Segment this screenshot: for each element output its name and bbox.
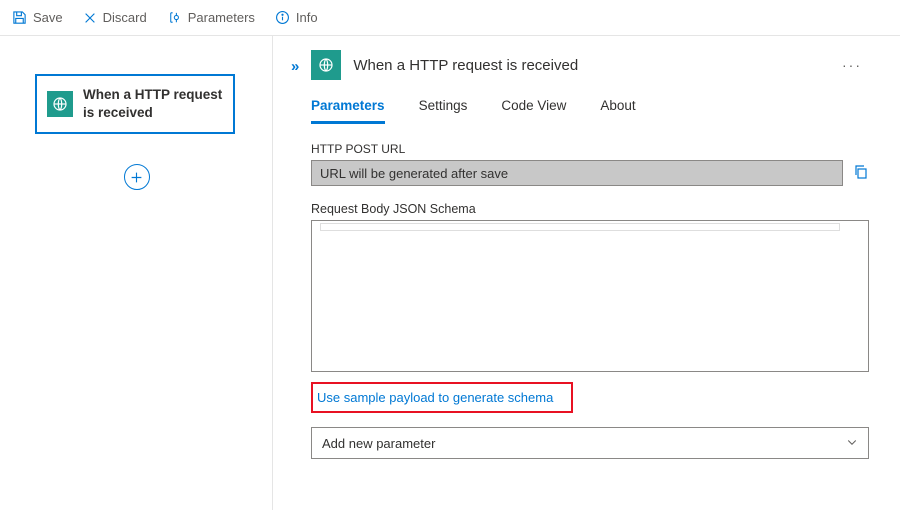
tab-settings[interactable]: Settings — [419, 98, 468, 124]
tab-code-view[interactable]: Code View — [501, 98, 566, 124]
schema-textarea[interactable] — [311, 220, 869, 372]
save-icon — [12, 10, 27, 25]
parameters-label: Parameters — [188, 10, 255, 25]
tab-parameters[interactable]: Parameters — [311, 98, 385, 124]
add-parameter-label: Add new parameter — [322, 436, 435, 451]
tab-about[interactable]: About — [600, 98, 635, 124]
info-label: Info — [296, 10, 318, 25]
discard-button[interactable]: Discard — [79, 8, 151, 27]
http-url-field: URL will be generated after save — [311, 160, 843, 186]
step-icon — [311, 50, 341, 80]
parameters-form: HTTP POST URL URL will be generated afte… — [311, 142, 869, 459]
http-trigger-icon — [47, 91, 73, 117]
body: When a HTTP request is received » When a… — [0, 36, 900, 510]
detail-tabs: Parameters Settings Code View About — [311, 98, 900, 124]
designer-canvas: When a HTTP request is received — [0, 36, 273, 510]
plus-icon — [130, 171, 143, 184]
step-header: » When a HTTP request is received ··· — [291, 50, 900, 80]
step-title: When a HTTP request is received — [353, 57, 578, 74]
sample-payload-highlight: Use sample payload to generate schema — [311, 382, 573, 413]
schema-label: Request Body JSON Schema — [311, 202, 869, 216]
schema-value — [314, 231, 866, 369]
parameters-icon — [167, 10, 182, 25]
info-icon — [275, 10, 290, 25]
collapse-button[interactable]: » — [291, 58, 299, 75]
copy-icon — [853, 164, 869, 180]
add-step-wrap — [0, 164, 273, 190]
detail-pane: » When a HTTP request is received ··· Pa… — [273, 36, 900, 510]
save-label: Save — [33, 10, 63, 25]
use-sample-payload-link[interactable]: Use sample payload to generate schema — [317, 390, 553, 405]
copy-url-button[interactable] — [853, 164, 869, 183]
discard-label: Discard — [103, 10, 147, 25]
http-url-row: URL will be generated after save — [311, 160, 869, 186]
parameters-button[interactable]: Parameters — [163, 8, 259, 27]
schema-scroll-hint — [320, 223, 840, 231]
trigger-title: When a HTTP request is received — [83, 86, 223, 122]
add-step-button[interactable] — [124, 164, 150, 190]
save-button[interactable]: Save — [8, 8, 67, 27]
top-toolbar: Save Discard Parameters Info — [0, 0, 900, 36]
close-icon — [83, 11, 97, 25]
trigger-card[interactable]: When a HTTP request is received — [35, 74, 235, 134]
info-button[interactable]: Info — [271, 8, 322, 27]
http-url-label: HTTP POST URL — [311, 142, 869, 156]
add-parameter-dropdown[interactable]: Add new parameter — [311, 427, 869, 459]
chevron-down-icon — [846, 436, 858, 451]
more-menu-button[interactable]: ··· — [842, 57, 870, 73]
